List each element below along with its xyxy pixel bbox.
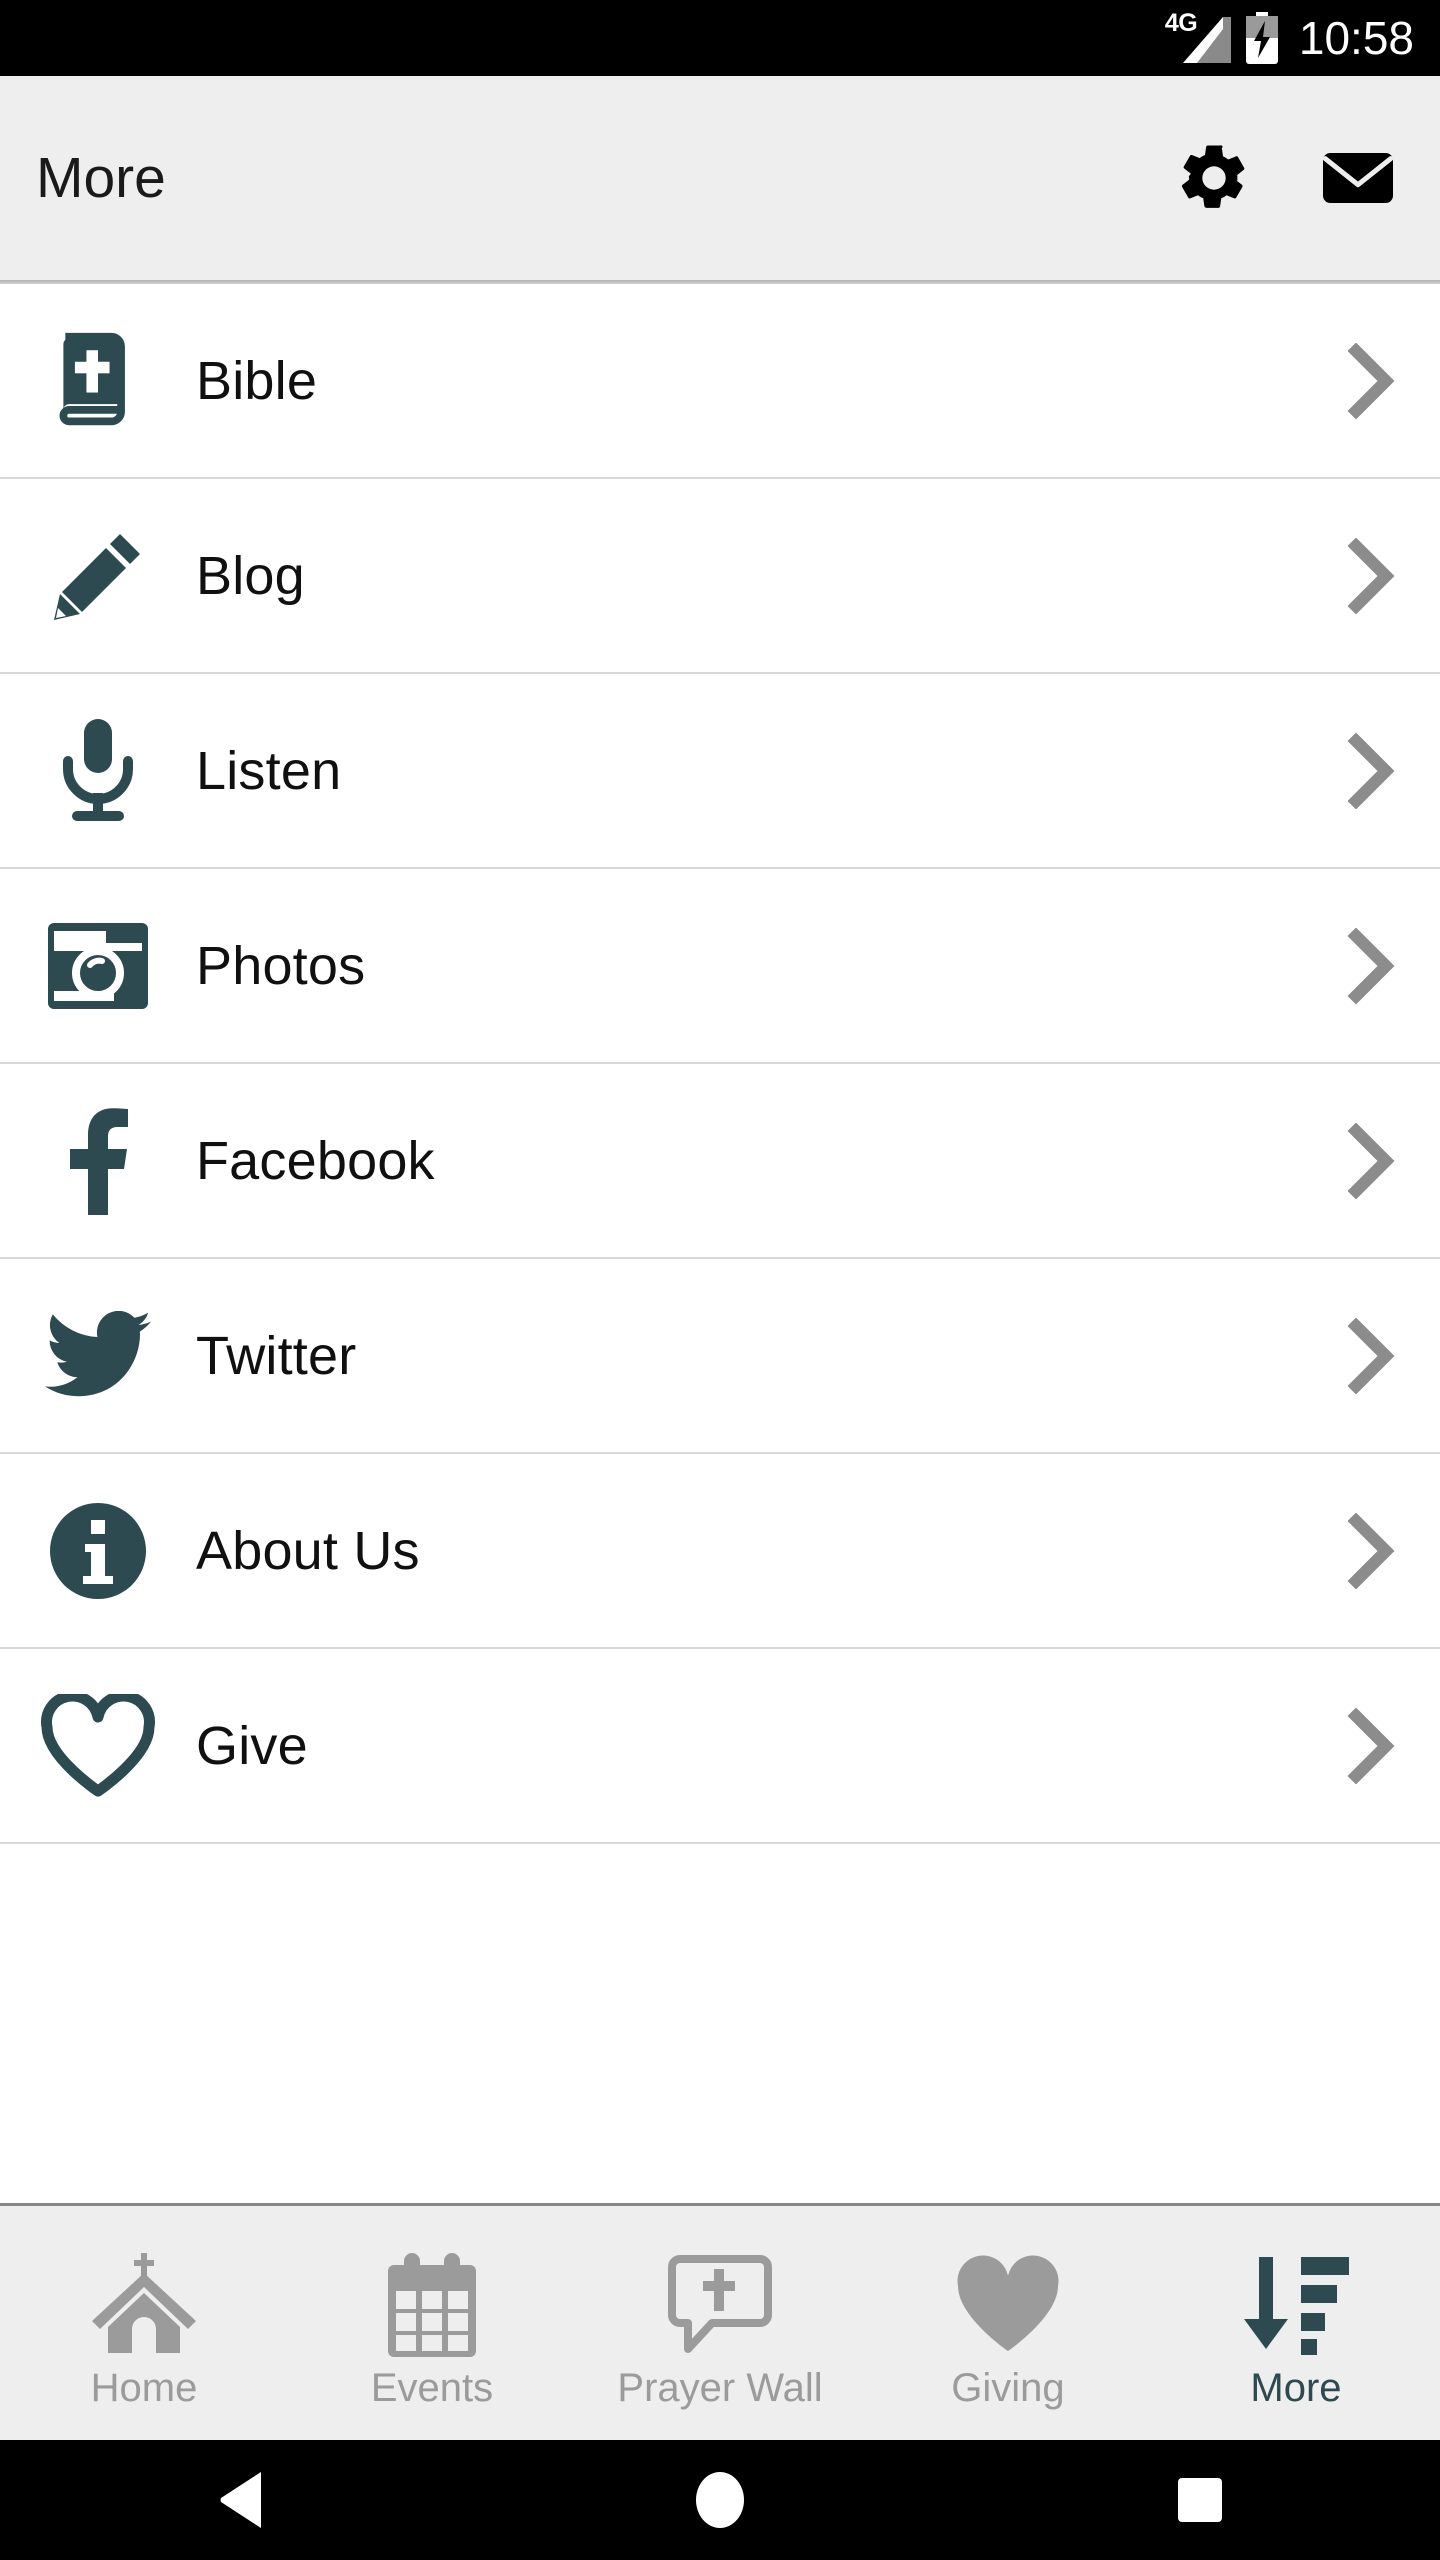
settings-button[interactable] xyxy=(1170,134,1258,222)
prayer-bubble-icon xyxy=(668,2246,772,2364)
list-item[interactable]: Twitter xyxy=(0,1259,1440,1454)
list-item-label: Twitter xyxy=(196,1325,357,1386)
twitter-bird-icon xyxy=(0,1258,196,1453)
chevron-right-icon[interactable] xyxy=(1300,1122,1440,1199)
calendar-icon xyxy=(386,2246,478,2364)
list-item-label: Blog xyxy=(196,545,305,606)
chevron-right-icon[interactable] xyxy=(1300,732,1440,809)
tab-prayer-wall[interactable]: Prayer Wall xyxy=(576,2206,864,2440)
app-header: More xyxy=(0,76,1440,280)
chevron-right-icon[interactable] xyxy=(1300,1317,1440,1394)
home-button[interactable] xyxy=(640,2440,800,2560)
chevron-right-icon[interactable] xyxy=(1300,1512,1440,1589)
page-title: More xyxy=(36,146,166,210)
list-item-label: About Us xyxy=(196,1520,420,1581)
heart-outline-icon xyxy=(0,1648,196,1843)
tab-home[interactable]: Home xyxy=(0,2206,288,2440)
facebook-icon xyxy=(0,1063,196,1258)
list-item[interactable]: About Us xyxy=(0,1454,1440,1649)
battery-charging-icon xyxy=(1243,12,1281,64)
chevron-right-icon[interactable] xyxy=(1300,1707,1440,1784)
recents-square-icon xyxy=(1178,2478,1222,2522)
recents-button[interactable] xyxy=(1120,2440,1280,2560)
list-item[interactable]: Facebook xyxy=(0,1064,1440,1259)
tab-label: Home xyxy=(90,2366,198,2410)
list-item-label: Photos xyxy=(196,935,366,996)
list-item[interactable]: Blog xyxy=(0,479,1440,674)
list-item[interactable]: Listen xyxy=(0,674,1440,869)
envelope-icon xyxy=(1322,153,1394,203)
chevron-right-icon[interactable] xyxy=(1300,537,1440,614)
header-actions xyxy=(1170,134,1402,222)
list-item-label: Listen xyxy=(196,740,342,801)
chevron-right-icon[interactable] xyxy=(1300,342,1440,419)
tab-events[interactable]: Events xyxy=(288,2206,576,2440)
list-item[interactable]: Give xyxy=(0,1649,1440,1844)
back-triangle-icon xyxy=(220,2472,261,2528)
pencil-icon xyxy=(0,478,196,673)
list-item[interactable]: Bible xyxy=(0,284,1440,479)
more-menu-list: Bible Blog Listen Photos Facebook Twitte… xyxy=(0,284,1440,1844)
bible-book-icon xyxy=(0,283,196,478)
tab-label: Events xyxy=(370,2366,494,2410)
signal-bars-icon: 4G xyxy=(1165,11,1233,63)
sort-descending-icon xyxy=(1243,2246,1349,2364)
tab-label: Prayer Wall xyxy=(617,2366,823,2410)
tab-label: Giving xyxy=(951,2366,1065,2410)
tab-more[interactable]: More xyxy=(1152,2206,1440,2440)
list-item[interactable]: Photos xyxy=(0,869,1440,1064)
system-navigation-bar xyxy=(0,2440,1440,2560)
status-bar-icons: 4G 10:58 xyxy=(1165,11,1414,64)
list-item-label: Bible xyxy=(196,350,318,411)
tab-label: More xyxy=(1250,2366,1342,2410)
list-item-label: Facebook xyxy=(196,1130,435,1191)
chevron-right-icon[interactable] xyxy=(1300,927,1440,1004)
heart-filled-icon xyxy=(954,2246,1062,2364)
tab-giving[interactable]: Giving xyxy=(864,2206,1152,2440)
camera-icon xyxy=(0,868,196,1063)
app-screen: 4G 10:58 More Bible Blog Listen Photos F… xyxy=(0,0,1440,2560)
mail-button[interactable] xyxy=(1314,134,1402,222)
status-bar-clock: 10:58 xyxy=(1298,12,1414,64)
status-bar: 4G 10:58 xyxy=(0,0,1440,76)
gear-icon xyxy=(1181,145,1245,208)
home-circle-icon xyxy=(696,2472,744,2528)
back-button[interactable] xyxy=(160,2440,320,2560)
list-item-label: Give xyxy=(196,1715,308,1776)
church-icon xyxy=(88,2246,200,2364)
microphone-icon xyxy=(0,673,196,868)
info-circle-icon xyxy=(0,1453,196,1648)
bottom-tab-bar: Home Events Prayer Wall Giving More xyxy=(0,2203,1440,2440)
